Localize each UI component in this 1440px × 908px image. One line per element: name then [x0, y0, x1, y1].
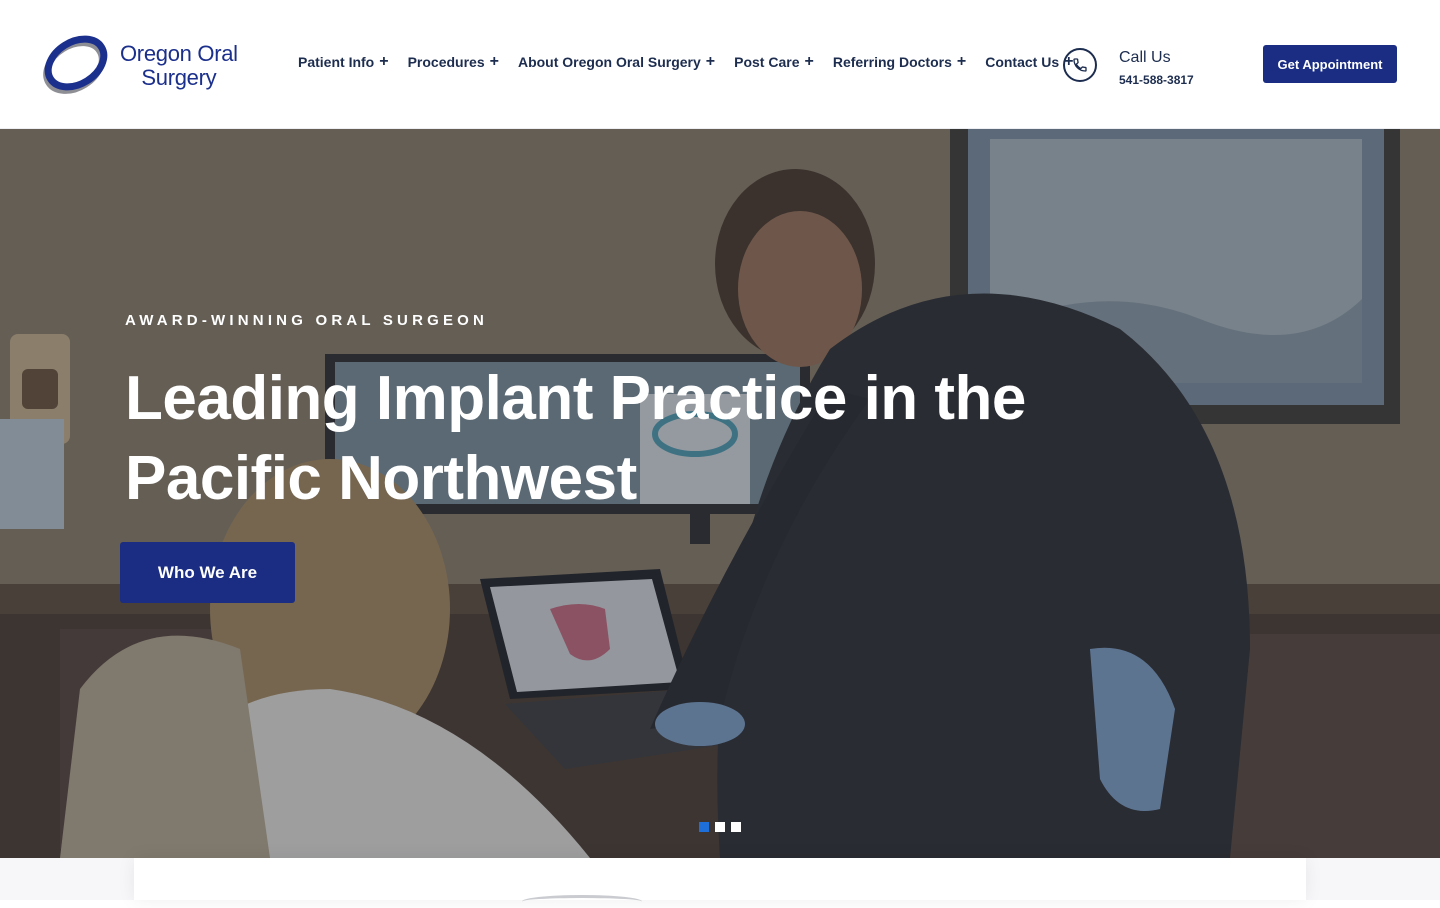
next-section: [0, 858, 1440, 900]
nav-item-post-care[interactable]: Post Care +: [734, 53, 814, 71]
slider-dots: [699, 822, 741, 832]
call-us-link[interactable]: Call Us 541-588-3817: [1063, 47, 1233, 87]
hero-eyebrow: AWARD-WINNING ORAL SURGEON: [125, 312, 489, 329]
get-appointment-button[interactable]: Get Appointment: [1263, 45, 1397, 83]
nav-item-label: Referring Doctors: [832, 54, 952, 70]
nav-item-about[interactable]: About Oregon Oral Surgery +: [517, 53, 716, 71]
nav-item-label: Patient Info: [298, 54, 375, 70]
logo-wordmark: Oregon Oral Surgery: [120, 42, 238, 90]
card-decorative-arc: [522, 895, 642, 908]
nav-item-referring-doctors[interactable]: Referring Doctors +: [832, 53, 967, 71]
nav-item-label: Contact Us: [985, 54, 1060, 70]
site-logo[interactable]: Oregon Oral Surgery: [38, 30, 258, 100]
slide-dot-3[interactable]: [731, 822, 741, 832]
logo-line-2: Surgery: [141, 65, 217, 90]
plus-icon: +: [379, 53, 389, 70]
content-card: [134, 858, 1306, 900]
plus-icon: +: [489, 53, 499, 70]
main-nav: Patient Info + Procedures + About Oregon…: [298, 53, 1092, 71]
logo-line-1: Oregon Oral: [120, 41, 238, 66]
nav-item-procedures[interactable]: Procedures +: [407, 53, 499, 71]
plus-icon: +: [956, 53, 967, 70]
who-we-are-button[interactable]: Who We Are: [120, 542, 295, 603]
nav-item-patient-info[interactable]: Patient Info +: [298, 53, 389, 71]
site-header: Oregon Oral Surgery Patient Info + Proce…: [0, 0, 1440, 129]
call-us-label: Call Us: [1119, 49, 1171, 66]
plus-icon: +: [705, 53, 716, 70]
hero-headline: Leading Implant Practice in the Pacific …: [125, 364, 1026, 513]
slide-dot-1[interactable]: [699, 822, 709, 832]
slide-dot-2[interactable]: [715, 822, 725, 832]
nav-item-label: About Oregon Oral Surgery: [517, 54, 701, 70]
phone-icon: [1063, 48, 1097, 82]
nav-item-contact-us[interactable]: Contact Us +: [985, 54, 1073, 71]
logo-ring-icon: [43, 35, 108, 94]
nav-item-label: Procedures: [407, 54, 485, 70]
hero-slider: AWARD-WINNING ORAL SURGEON Leading Impla…: [0, 129, 1440, 858]
plus-icon: +: [804, 53, 814, 70]
nav-item-label: Post Care: [734, 54, 800, 70]
phone-number: 541-588-3817: [1119, 73, 1194, 87]
